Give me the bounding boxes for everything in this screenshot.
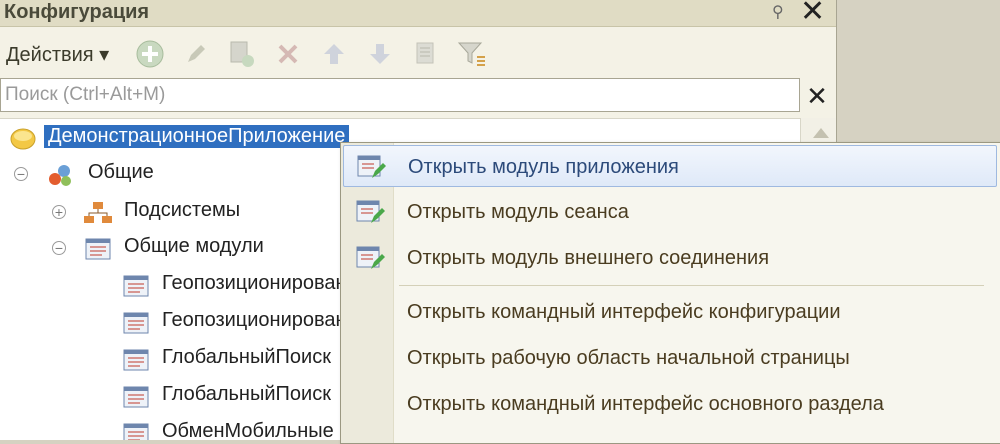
panel-title: Конфигурация xyxy=(4,1,150,23)
configuration-icon xyxy=(10,128,36,155)
toolbar: Действия ▾ xyxy=(0,34,836,74)
context-menu: Открыть модуль приложения Открыть модуль… xyxy=(340,142,1000,444)
menu-item-open-application-module[interactable]: Открыть модуль приложения xyxy=(343,145,997,187)
sort-icon[interactable] xyxy=(410,38,442,70)
menu-item-label: Открыть командный интерфейс основного ра… xyxy=(407,393,884,415)
collapse-icon[interactable]: − xyxy=(52,241,66,255)
edit-icon[interactable] xyxy=(180,38,212,70)
move-up-icon[interactable] xyxy=(318,38,350,70)
delete-icon[interactable] xyxy=(272,38,304,70)
general-icon xyxy=(46,163,74,192)
menu-item-label: Открыть модуль сеанса xyxy=(407,201,629,223)
tree-label-subsystems: Подсистемы xyxy=(124,199,241,221)
scroll-up-icon[interactable] xyxy=(813,128,829,138)
common-modules-icon xyxy=(84,237,112,266)
open-module-icon xyxy=(356,154,386,185)
collapse-icon[interactable]: − xyxy=(14,167,28,181)
tree-label-root: ДемонстрационноеПриложение xyxy=(44,125,350,148)
menu-item-open-session-module[interactable]: Открыть модуль сеанса xyxy=(343,191,997,233)
tree-label-common-modules: Общие модули xyxy=(124,235,264,257)
actions-menu-button[interactable]: Действия ▾ xyxy=(6,42,109,67)
menu-item-open-config-command-interface[interactable]: Открыть командный интерфейс конфигурации xyxy=(343,291,997,333)
menu-item-label: Открыть модуль приложения xyxy=(408,156,679,178)
close-icon[interactable]: ✕ xyxy=(800,0,825,28)
expand-icon[interactable]: + xyxy=(52,205,66,219)
tree-label-module: Геопозиционировани xyxy=(162,272,358,294)
filter-icon[interactable] xyxy=(456,38,488,70)
module-icon xyxy=(122,385,150,414)
module-icon xyxy=(122,311,150,340)
menu-item-label: Открыть модуль внешнего соединения xyxy=(407,247,770,269)
tree-label-general: Общие xyxy=(88,161,154,183)
module-icon xyxy=(122,274,150,303)
tree-label-module: ГлобальныйПоиск xyxy=(162,346,331,368)
module-icon xyxy=(122,422,150,440)
menu-item-label: Открыть рабочую область начальной страни… xyxy=(407,347,850,369)
open-module-icon xyxy=(355,199,385,230)
menu-item-open-main-section-command-interface[interactable]: Открыть командный интерфейс основного ра… xyxy=(343,383,997,425)
add-icon[interactable] xyxy=(134,38,166,70)
menu-item-label: Открыть командный интерфейс конфигурации xyxy=(407,301,841,323)
subsystems-icon xyxy=(82,200,114,231)
open-module-icon xyxy=(355,245,385,276)
search-box xyxy=(0,78,800,112)
search-input[interactable] xyxy=(3,79,787,111)
module-icon xyxy=(122,348,150,377)
move-down-icon[interactable] xyxy=(364,38,396,70)
panel-titlebar: Конфигурация ⚲ ✕ xyxy=(0,0,836,28)
menu-separator xyxy=(399,285,984,286)
tree-label-module: Геопозиционировани xyxy=(162,309,358,331)
tree-label-module: ГлобальныйПоиск xyxy=(162,383,331,405)
tree-label-module: ОбменМобильные xyxy=(162,420,334,440)
menu-item-open-external-connection-module[interactable]: Открыть модуль внешнего соединения xyxy=(343,237,997,279)
copy-icon[interactable] xyxy=(226,38,258,70)
menu-item-open-home-page-work-area[interactable]: Открыть рабочую область начальной страни… xyxy=(343,337,997,379)
clear-search-icon[interactable]: ✕ xyxy=(802,80,832,112)
pin-icon[interactable]: ⚲ xyxy=(772,2,784,22)
